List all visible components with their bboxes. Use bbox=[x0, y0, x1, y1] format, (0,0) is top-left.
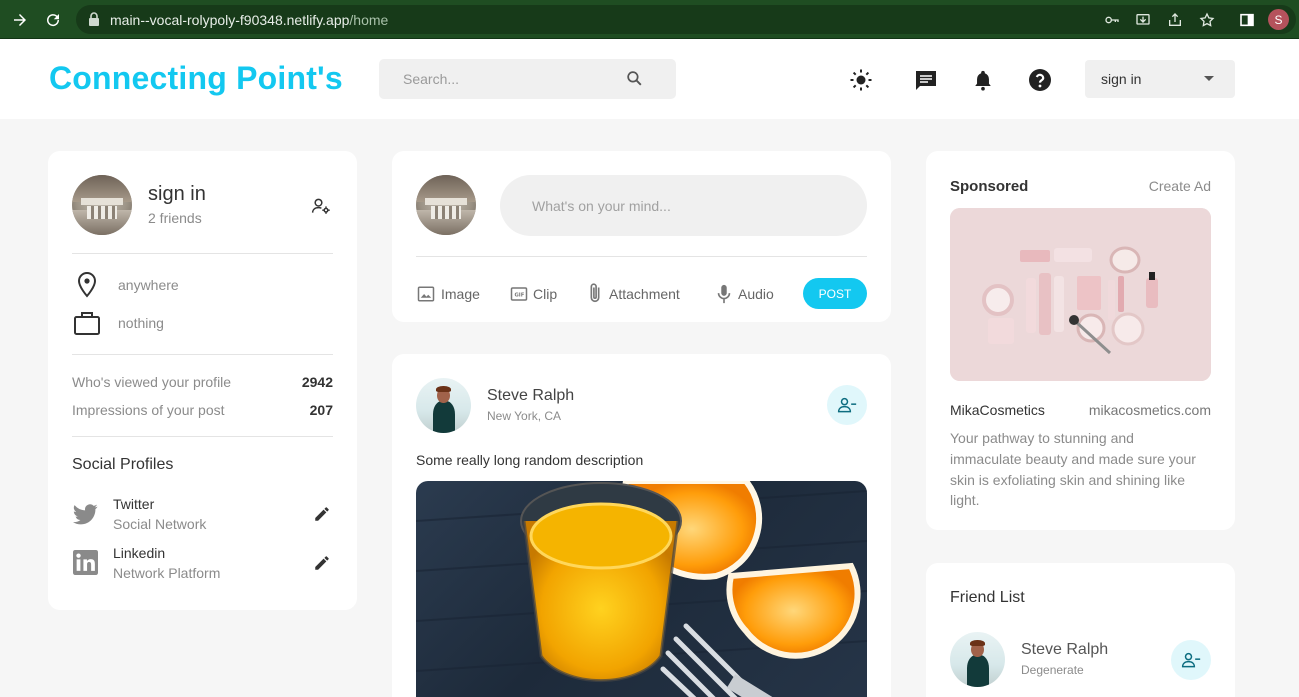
divider bbox=[416, 256, 867, 257]
url-text: main--vocal-rolypoly-f90348.netlify.app/… bbox=[110, 12, 388, 28]
sponsored-card: Sponsored Create Ad MikaCosmetics mikaco… bbox=[926, 151, 1235, 530]
person-remove-icon bbox=[837, 397, 857, 413]
location-pin-icon bbox=[75, 272, 99, 298]
manage-account-icon[interactable] bbox=[310, 195, 332, 217]
search-bar bbox=[379, 59, 676, 99]
ad-description-line: skin is exfoliating skin and shining lik… bbox=[950, 472, 1186, 488]
install-icon[interactable] bbox=[1132, 9, 1154, 31]
remove-friend-button[interactable] bbox=[827, 385, 867, 425]
post-author-name[interactable]: Steve Ralph bbox=[487, 387, 574, 405]
signin-dropdown[interactable]: sign in bbox=[1085, 60, 1235, 98]
url-path: /home bbox=[349, 12, 389, 28]
browser-toolbar: main--vocal-rolypoly-f90348.netlify.app/… bbox=[0, 0, 1299, 39]
profile-avatar[interactable] bbox=[72, 175, 132, 235]
sponsored-heading: Sponsored bbox=[950, 178, 1029, 195]
microphone-icon[interactable] bbox=[715, 283, 733, 305]
briefcase-icon bbox=[73, 310, 101, 336]
divider bbox=[72, 253, 333, 254]
reload-icon[interactable] bbox=[42, 9, 64, 31]
twitter-icon bbox=[72, 502, 98, 526]
bookmark-star-icon[interactable] bbox=[1196, 9, 1218, 31]
lock-icon bbox=[89, 12, 99, 26]
sun-icon[interactable] bbox=[848, 67, 874, 93]
composer-action-label[interactable]: Image bbox=[441, 286, 480, 302]
signin-dropdown-label: sign in bbox=[1101, 71, 1142, 87]
attachment-icon[interactable] bbox=[586, 282, 604, 304]
divider bbox=[72, 436, 333, 437]
post-button[interactable]: POST bbox=[803, 278, 867, 309]
composer-action-label[interactable]: Clip bbox=[533, 286, 557, 302]
gif-clip-icon[interactable]: GIF bbox=[509, 284, 529, 304]
social-name[interactable]: Twitter bbox=[113, 496, 154, 512]
search-input[interactable] bbox=[379, 59, 619, 99]
profile-card: sign in 2 friends anywhere nothing Who's… bbox=[48, 151, 357, 610]
friend-list-heading: Friend List bbox=[950, 589, 1025, 606]
remove-friend-button[interactable] bbox=[1171, 640, 1211, 680]
stat-value: 2942 bbox=[301, 374, 333, 390]
url-host: main--vocal-rolypoly-f90348.netlify.app bbox=[110, 12, 350, 28]
friend-avatar[interactable] bbox=[950, 632, 1005, 687]
edit-pencil-icon[interactable] bbox=[312, 553, 332, 573]
image-icon[interactable] bbox=[416, 284, 436, 304]
ad-image[interactable] bbox=[950, 208, 1211, 381]
profile-work: nothing bbox=[118, 315, 164, 331]
ad-description-line: light. bbox=[950, 492, 980, 508]
stat-value: 207 bbox=[309, 402, 333, 418]
post-author-location: New York, CA bbox=[487, 409, 562, 423]
ad-description-line: Your pathway to stunning and bbox=[950, 430, 1134, 446]
social-profiles-heading: Social Profiles bbox=[72, 456, 174, 473]
profile-location: anywhere bbox=[118, 277, 179, 293]
browser-profile-avatar[interactable]: S bbox=[1268, 9, 1289, 30]
app-header: Connecting Point's sign in bbox=[0, 39, 1299, 119]
composer-action-label[interactable]: Audio bbox=[738, 286, 774, 302]
bell-icon[interactable] bbox=[970, 67, 996, 93]
search-icon[interactable] bbox=[625, 69, 644, 88]
post-image[interactable] bbox=[416, 481, 867, 697]
post-description: Some really long random description bbox=[416, 452, 644, 468]
social-name[interactable]: Linkedin bbox=[113, 545, 165, 561]
composer-avatar[interactable] bbox=[416, 175, 476, 235]
post-composer: Image GIF Clip Attachment Audio POST bbox=[392, 151, 891, 322]
post-card: Steve Ralph New York, CA Some really lon… bbox=[392, 354, 891, 697]
divider bbox=[72, 354, 333, 355]
post-author-avatar[interactable] bbox=[416, 378, 471, 433]
chevron-down-icon bbox=[1204, 76, 1214, 81]
profile-friends-count: 2 friends bbox=[148, 210, 202, 226]
key-icon[interactable] bbox=[1101, 9, 1123, 31]
ad-website-link[interactable]: mikacosmetics.com bbox=[1076, 402, 1211, 418]
edit-pencil-icon[interactable] bbox=[312, 504, 332, 524]
whats-on-your-mind-input[interactable] bbox=[500, 175, 867, 236]
ad-brand-name[interactable]: MikaCosmetics bbox=[950, 402, 1045, 418]
linkedin-icon bbox=[72, 549, 98, 575]
friend-list-card: Friend List Steve Ralph Degenerate bbox=[926, 563, 1235, 697]
share-icon[interactable] bbox=[1164, 9, 1186, 31]
person-remove-icon bbox=[1181, 652, 1201, 668]
friend-name[interactable]: Steve Ralph bbox=[1021, 641, 1108, 659]
app-logo[interactable]: Connecting Point's bbox=[49, 60, 343, 97]
stat-label: Impressions of your post bbox=[72, 402, 225, 418]
create-ad-link[interactable]: Create Ad bbox=[1106, 178, 1211, 194]
composer-action-label[interactable]: Attachment bbox=[609, 286, 680, 302]
svg-text:GIF: GIF bbox=[515, 293, 525, 299]
stat-label: Who's viewed your profile bbox=[72, 374, 232, 390]
profile-name[interactable]: sign in bbox=[148, 183, 206, 206]
forward-arrow-icon[interactable] bbox=[9, 9, 31, 31]
social-type: Social Network bbox=[113, 516, 207, 532]
chat-icon[interactable] bbox=[913, 67, 939, 93]
help-icon[interactable] bbox=[1027, 67, 1053, 93]
side-panel-icon[interactable] bbox=[1236, 9, 1258, 31]
friend-subtitle: Degenerate bbox=[1021, 663, 1084, 677]
social-type: Network Platform bbox=[113, 565, 221, 581]
ad-description-line: immaculate beauty and made sure your bbox=[950, 451, 1196, 467]
